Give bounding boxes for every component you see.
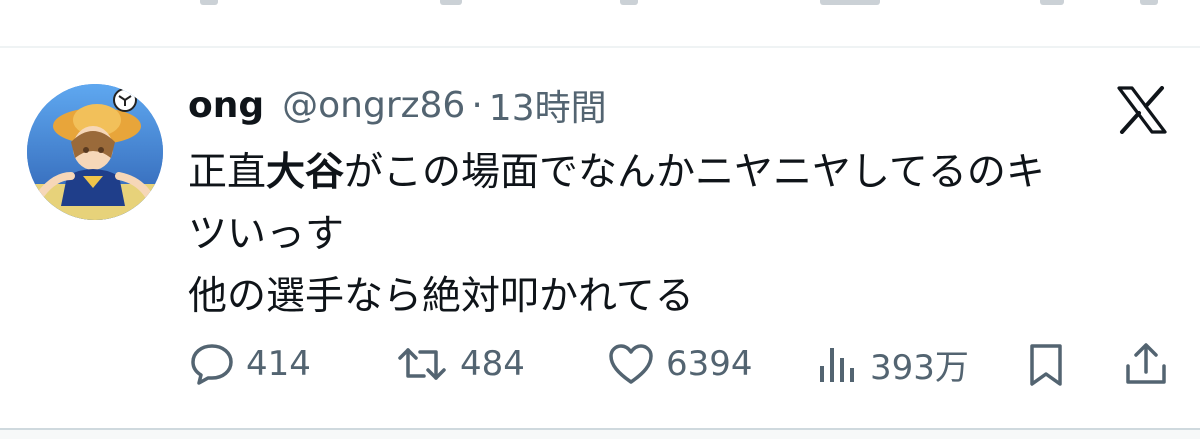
previous-tweet-action-bar-remnant [0,0,1200,8]
tweet-text-line-1: 正直大谷がこの場面でなんかニヤニヤしてるのキ [188,142,1148,204]
reply-icon [191,344,233,385]
share-icon [1126,343,1166,384]
views-count: 393万 [870,347,969,388]
retweet-button[interactable]: 484 [394,336,525,392]
separator-dot: · [471,84,483,126]
tweet-text: 正直大谷がこの場面でなんかニヤニヤしてるのキ ツいっす 他の選手なら絶対叩かれて… [188,142,1148,328]
x-logo-icon [1116,86,1168,134]
text-segment: 正直 [188,150,267,195]
tweet-actions: 414 484 6394 393万 [188,336,1178,392]
views-button[interactable]: 393万 [816,336,969,392]
views-icon [820,348,854,382]
bookmark-icon [1030,344,1062,386]
reply-count: 414 [246,344,311,384]
text-segment-bold: 大谷 [266,150,345,195]
retweet-icon [398,348,446,380]
tweet-divider-top [0,46,1200,48]
display-name[interactable]: ong [188,85,264,126]
tweet-divider-bottom [0,428,1200,439]
share-button[interactable] [1122,336,1170,392]
like-icon [609,344,653,384]
bookmark-button[interactable] [1024,336,1068,392]
reply-button[interactable]: 414 [188,336,311,392]
avatar[interactable] [27,84,163,220]
timestamp[interactable]: 13時間 [489,79,607,131]
user-handle[interactable]: @ongrz86 [282,85,465,126]
tweet-header: ong @ongrz86 · 13時間 [188,80,607,130]
tweet-text-line-3: 他の選手なら絶対叩かれてる [188,274,694,319]
like-button[interactable]: 6394 [606,336,753,392]
like-count: 6394 [666,344,753,384]
avatar-image [27,84,163,220]
text-segment: がこの場面でなんかニヤニヤしてるのキ [344,150,1045,195]
tweet-text-line-2: ツいっす [188,212,345,257]
retweet-count: 484 [460,344,525,384]
